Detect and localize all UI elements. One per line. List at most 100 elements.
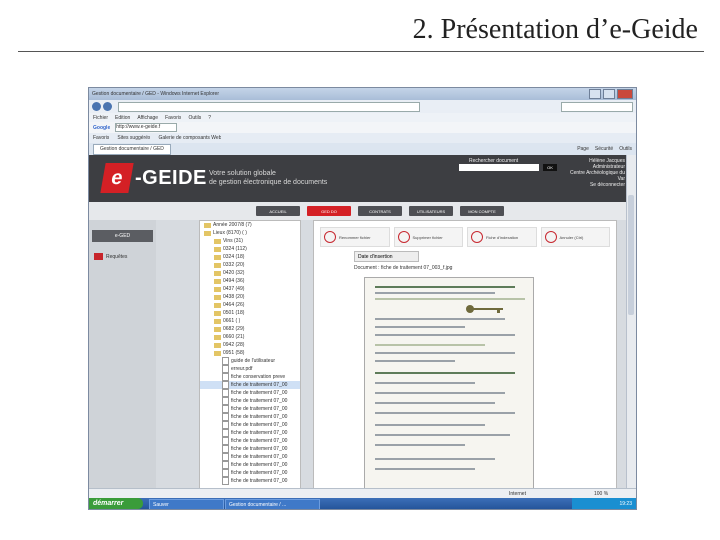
- tree-item[interactable]: 0682 (29): [200, 325, 300, 333]
- rename-button[interactable]: Renommer fichier: [320, 227, 390, 247]
- tree-item[interactable]: 0437 (49): [200, 285, 300, 293]
- tree-item[interactable]: 0942 (28): [200, 341, 300, 349]
- tree-item[interactable]: fiche de traitement 07_00: [200, 429, 300, 437]
- browser-search-input[interactable]: [561, 101, 633, 112]
- tree-item[interactable]: fiche de traitement 07_00: [200, 389, 300, 397]
- tree-item[interactable]: fiche de traitement 07_00: [200, 437, 300, 445]
- requetes-link[interactable]: Requêtes: [94, 253, 127, 260]
- browser-tab[interactable]: Gestion documentaire / GED: [93, 143, 171, 155]
- menu-help[interactable]: ?: [208, 115, 211, 121]
- document-search-input[interactable]: [459, 164, 539, 171]
- tree-item-label: fiche de traitement 07_00: [231, 382, 288, 388]
- taskbar-item[interactable]: Gestion documentaire / ...: [225, 499, 320, 509]
- tree-item[interactable]: 0438 (20): [200, 293, 300, 301]
- tree-item[interactable]: fiche conservation preve: [200, 373, 300, 381]
- tools-menu[interactable]: Outils: [619, 146, 632, 152]
- page-menu[interactable]: Page: [577, 146, 589, 152]
- menu-affichage[interactable]: Affichage: [137, 115, 158, 121]
- nav-ged[interactable]: GED DO: [307, 206, 351, 216]
- tree-item[interactable]: 0420 (32): [200, 269, 300, 277]
- doc-text-line: [375, 298, 525, 300]
- file-icon: [222, 397, 229, 405]
- menu-fichier[interactable]: Fichier: [93, 115, 108, 121]
- tree-item[interactable]: fiche de traitement 07_00: [200, 477, 300, 485]
- file-icon: [222, 453, 229, 461]
- tree-item[interactable]: Année 2007/8 (7): [200, 221, 300, 229]
- menu-outils[interactable]: Outils: [188, 115, 201, 121]
- favorite-link[interactable]: Sites suggérés: [117, 135, 150, 141]
- tree-item-label: fiche de traitement 07_00: [231, 422, 288, 428]
- nav-mon-compte[interactable]: MON COMPTE: [460, 206, 504, 216]
- page-content: e -GEIDE Votre solution globale de gesti…: [89, 155, 627, 498]
- tree-item[interactable]: fiche de traitement 07_00: [200, 421, 300, 429]
- tree-item[interactable]: 0324 (112): [200, 245, 300, 253]
- back-icon[interactable]: [92, 102, 101, 111]
- search-ok-button[interactable]: OK: [543, 164, 557, 171]
- tree-item[interactable]: 0324 (18): [200, 253, 300, 261]
- doc-text-line: [375, 352, 515, 354]
- folder-icon: [214, 238, 221, 244]
- tree-item[interactable]: Vins (31): [200, 237, 300, 245]
- tree-item[interactable]: Lieux (8170) ( ): [200, 229, 300, 237]
- cancel-button[interactable]: Annuler (Ctrl): [540, 227, 610, 247]
- tree-item-label: 0951 (58): [223, 350, 245, 356]
- nav-contrats[interactable]: CONTRATS: [358, 206, 402, 216]
- scroll-thumb[interactable]: [628, 195, 634, 315]
- tree-item-label: fiche de traitement 07_00: [231, 446, 288, 452]
- index-card-button[interactable]: Fiche d'indexation: [467, 227, 537, 247]
- tree-item[interactable]: fiche de traitement 07_00: [200, 397, 300, 405]
- tree-item[interactable]: 0464 (26): [200, 301, 300, 309]
- favorites-button[interactable]: Favoris: [93, 135, 109, 141]
- window-title: Gestion documentaire / GED - Windows Int…: [92, 91, 219, 97]
- url-input[interactable]: [118, 101, 420, 112]
- nav-accueil[interactable]: ACCUEIL: [256, 206, 300, 216]
- minimize-button[interactable]: [589, 89, 601, 99]
- forward-icon[interactable]: [103, 102, 112, 111]
- tree-item-label: 0420 (32): [223, 270, 245, 276]
- folder-icon: [214, 254, 221, 260]
- close-button[interactable]: [617, 89, 633, 99]
- tree-item[interactable]: fiche de traitement 07_00: [200, 445, 300, 453]
- start-button[interactable]: démarrer: [89, 498, 143, 509]
- tree-item-label: Année 2007/8 (7): [213, 222, 252, 228]
- menu-edition[interactable]: Edition: [115, 115, 130, 121]
- tree-item[interactable]: fiche de traitement 07_00: [200, 461, 300, 469]
- tree-item[interactable]: erreur.pdf: [200, 365, 300, 373]
- tree-item[interactable]: 0501 (18): [200, 309, 300, 317]
- menu-favoris[interactable]: Favoris: [165, 115, 181, 121]
- query-icon: [94, 253, 103, 260]
- tree-item[interactable]: fiche de traitement 07_00: [200, 413, 300, 421]
- folder-tree: Année 2007/8 (7) Lieux (8170) ( ) Vins (31…: [199, 220, 301, 498]
- taskbar-item[interactable]: Sauver: [149, 499, 224, 509]
- tree-item[interactable]: 0332 (20): [200, 261, 300, 269]
- folder-icon: [204, 230, 211, 236]
- egeide-logo-text: -GEIDE: [135, 167, 207, 189]
- window-titlebar: Gestion documentaire / GED - Windows Int…: [89, 88, 636, 100]
- folder-icon: [214, 318, 221, 324]
- delete-button[interactable]: Supprimer fichier: [393, 227, 463, 247]
- google-search-input[interactable]: http://www.e-geide.f: [115, 123, 178, 132]
- tree-item[interactable]: fiche de traitement 07_00: [200, 405, 300, 413]
- tree-item[interactable]: guide de l'utilisateur: [200, 357, 300, 365]
- tree-item[interactable]: fiche de traitement 07_00: [200, 469, 300, 477]
- tree-item[interactable]: 0660 (21): [200, 333, 300, 341]
- index-card-label: Fiche d'indexation: [486, 234, 519, 240]
- favorite-link[interactable]: Galerie de composants Web: [158, 135, 221, 141]
- document-caption: Document : fiche de traitement 07_003_f.…: [354, 265, 453, 271]
- tree-item[interactable]: fiche de traitement 07_00: [200, 381, 300, 389]
- logout-link[interactable]: Se déconnecter: [563, 182, 625, 188]
- doc-text-line: [375, 318, 505, 320]
- tree-item[interactable]: 0951 (58): [200, 349, 300, 357]
- zoom-level[interactable]: 100 %: [594, 491, 608, 497]
- tree-item[interactable]: fiche de traitement 07_00: [200, 453, 300, 461]
- tree-item[interactable]: 0661 ( ): [200, 317, 300, 325]
- nav-utilisateurs[interactable]: UTILISATEURS: [409, 206, 453, 216]
- tree-item-label: 0324 (18): [223, 254, 245, 260]
- security-menu[interactable]: Sécurité: [595, 146, 613, 152]
- page-scrollbar[interactable]: [626, 155, 636, 498]
- insertion-date-field[interactable]: Date d'insertion: [354, 251, 419, 262]
- clock: 19:23: [572, 498, 636, 509]
- file-icon: [222, 373, 229, 381]
- tree-item[interactable]: 0494 (36): [200, 277, 300, 285]
- maximize-button[interactable]: [603, 89, 615, 99]
